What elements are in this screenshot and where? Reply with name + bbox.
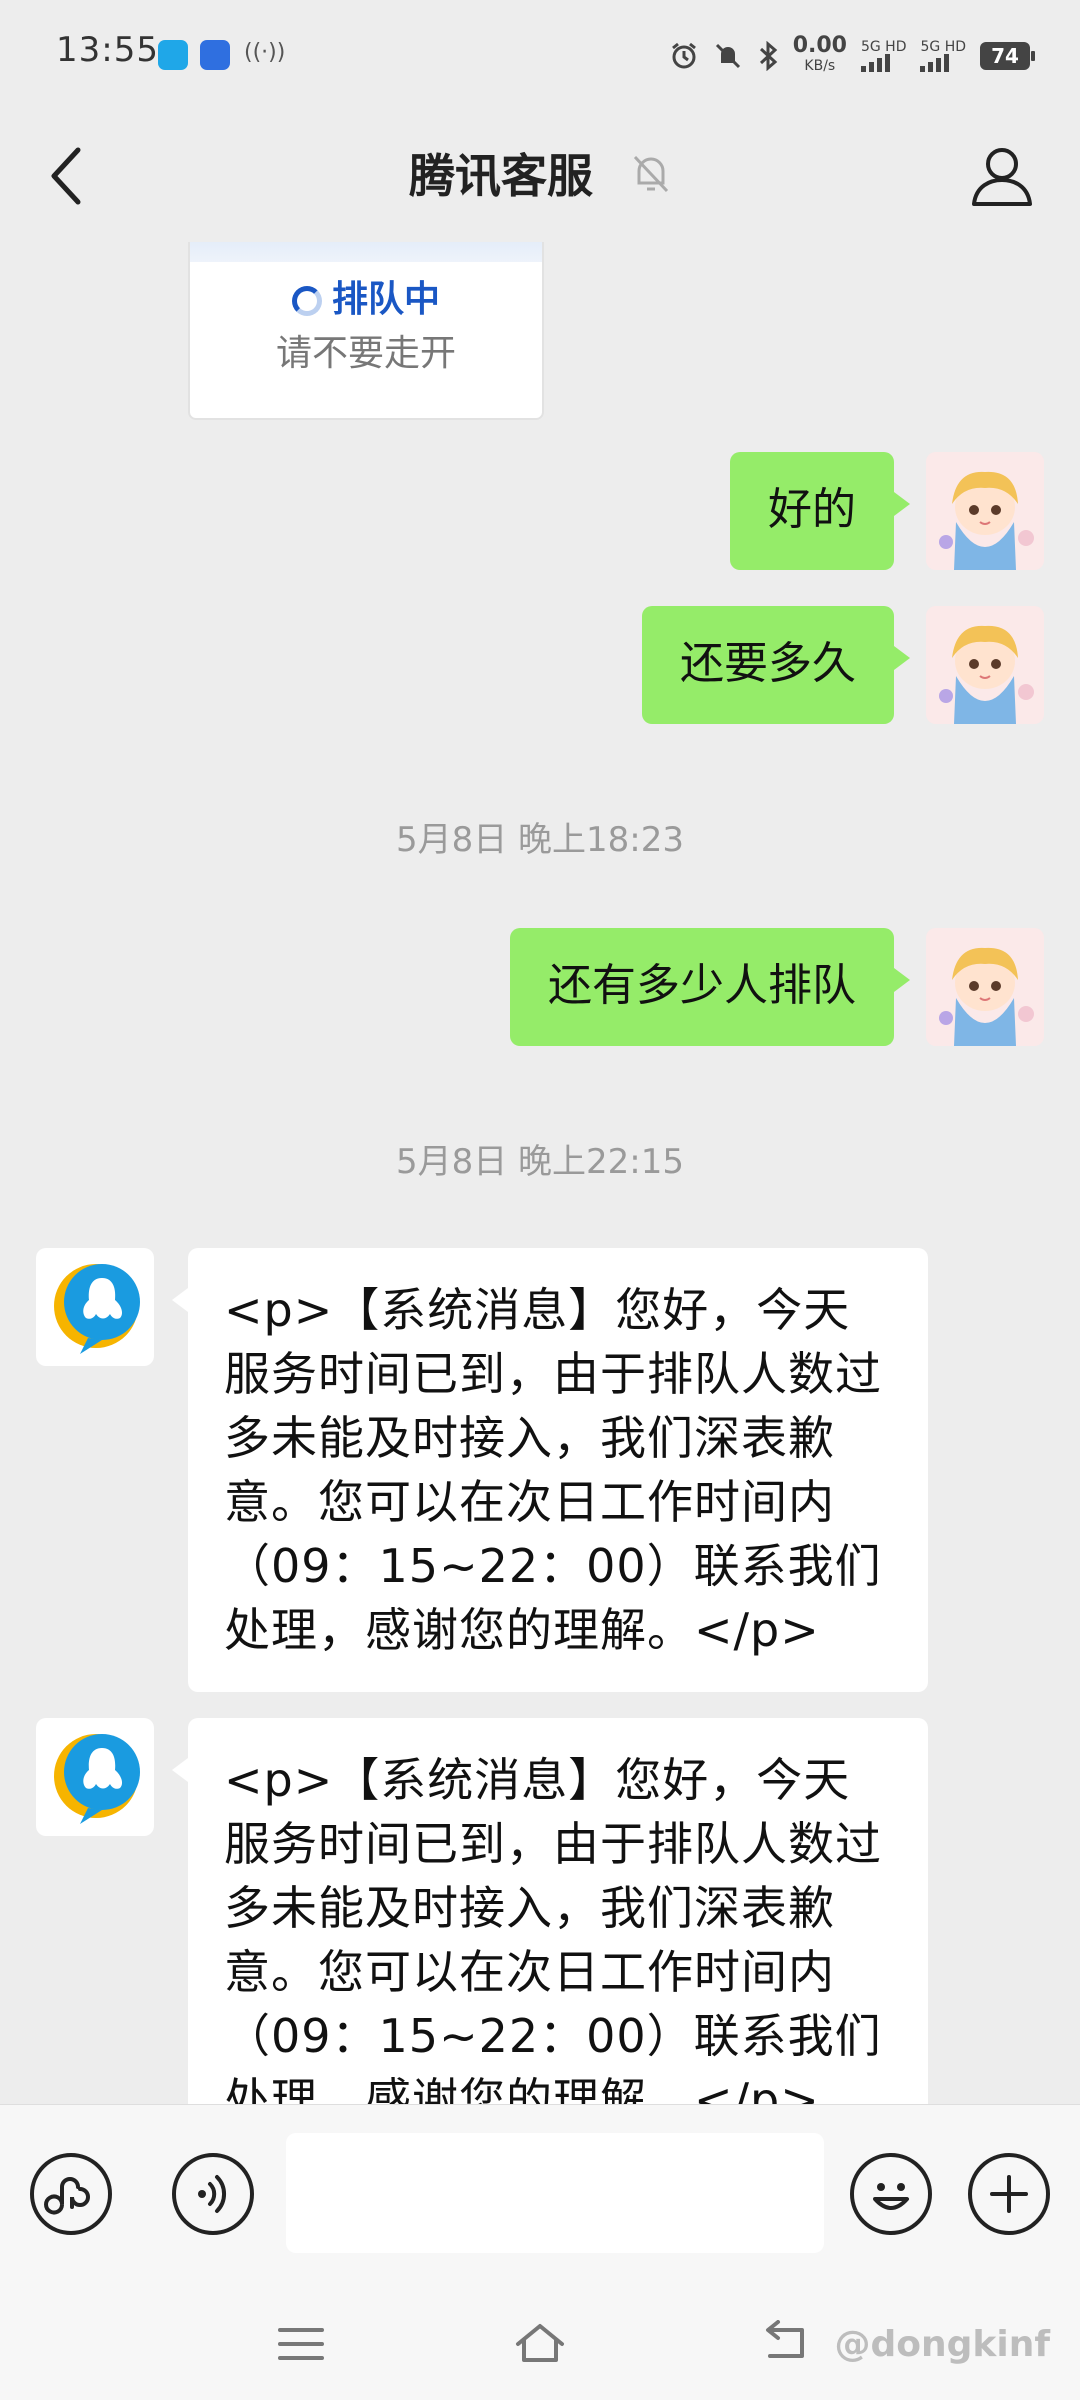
input-bar	[0, 2104, 1080, 2285]
hotspot-icon: ((·))	[244, 40, 286, 65]
message-timestamp: 5月8日 晚上22:15	[395, 1142, 685, 1182]
emoji-icon	[873, 2183, 909, 2210]
user-avatar[interactable]	[926, 452, 1044, 570]
cartoon-boy-avatar-icon	[926, 606, 1044, 724]
mini-program-icon	[44, 2177, 90, 2215]
received-message-bubble[interactable]: <p>【系统消息】您好，今天服务时间已到，由于排队人数过多未能及时接入，我们深表…	[172, 1718, 928, 2104]
network-speed: 0.00 KB/s	[792, 33, 847, 75]
qq-service-avatar[interactable]	[36, 1718, 154, 1836]
voice-icon	[198, 2175, 227, 2213]
loading-spinner-icon	[291, 286, 322, 316]
user-avatar[interactable]	[926, 928, 1044, 1046]
qq-service-avatar[interactable]	[36, 1248, 154, 1366]
sent-message-bubble[interactable]: 还要多久	[642, 606, 910, 724]
bell-muted-icon	[633, 155, 669, 193]
watermark: @dongkinf	[834, 2324, 1050, 2365]
status-bar: 13:55 ((·)) 0.00 KB/s 5G HD 5G HD 74	[0, 0, 1080, 110]
queue-subtitle: 请不要走开	[275, 333, 456, 374]
app-notification-icon	[158, 40, 188, 70]
chat-header: 腾讯客服	[0, 110, 1080, 242]
more-button[interactable]	[968, 2153, 1050, 2235]
plus-icon	[990, 2175, 1028, 2213]
cartoon-boy-avatar-icon	[926, 452, 1044, 570]
home-icon[interactable]	[512, 2320, 568, 2366]
queue-status-text: 排队中	[331, 279, 440, 320]
message-timestamp: 5月8日 晚上18:23	[395, 820, 685, 860]
message-input[interactable]	[286, 2133, 824, 2253]
qq-penguin-icon	[54, 1734, 140, 1824]
signal-icon: 5G HD	[920, 40, 966, 72]
app-notification-icon	[200, 40, 230, 70]
qq-penguin-icon	[54, 1264, 140, 1354]
status-time: 13:55	[56, 30, 159, 70]
voice-button[interactable]	[172, 2153, 254, 2235]
system-nav-bar: @dongkinf	[0, 2284, 1080, 2400]
signal-icon: 5G HD	[860, 40, 906, 72]
alarm-icon	[671, 42, 696, 69]
user-avatar[interactable]	[926, 606, 1044, 724]
bluetooth-icon	[759, 41, 777, 71]
emoji-button[interactable]	[850, 2153, 932, 2235]
menu-icon[interactable]	[276, 2324, 326, 2364]
battery-icon: 74	[980, 42, 1035, 70]
sent-message-bubble[interactable]: 好的	[730, 452, 910, 570]
mute-icon	[715, 43, 740, 69]
queue-status-card[interactable]: 排队中 请不要走开	[188, 242, 544, 420]
back-nav-icon[interactable]	[756, 2320, 812, 2366]
profile-icon[interactable]	[970, 144, 1034, 208]
sent-message-bubble[interactable]: 还有多少人排队	[510, 928, 910, 1046]
message-list[interactable]: 排队中 请不要走开 好的 还要多久 5月8日 晚上18:23 还有多少人排队 5…	[0, 242, 1080, 2104]
received-message-bubble[interactable]: <p>【系统消息】您好，今天服务时间已到，由于排队人数过多未能及时接入，我们深表…	[172, 1248, 928, 1692]
cartoon-boy-avatar-icon	[926, 928, 1044, 1046]
mini-program-button[interactable]	[30, 2153, 112, 2235]
chat-title: 腾讯客服	[0, 140, 1080, 206]
